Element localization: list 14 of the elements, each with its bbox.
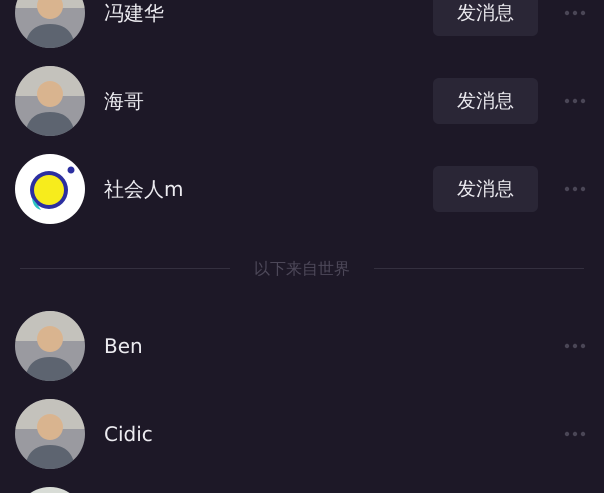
- message-button[interactable]: 发消息: [433, 0, 538, 36]
- more-icon[interactable]: [564, 431, 586, 437]
- more-icon[interactable]: [564, 98, 586, 104]
- message-button[interactable]: 发消息: [433, 166, 538, 212]
- contact-name: Cidic: [104, 421, 154, 448]
- more-icon[interactable]: [564, 186, 586, 192]
- contact-name: 冯建华: [104, 0, 165, 27]
- more-icon[interactable]: [564, 10, 586, 16]
- more-icon[interactable]: [564, 343, 586, 349]
- contact-name: 社会人m: [104, 176, 184, 203]
- message-button[interactable]: 发消息: [433, 78, 538, 124]
- contact-name: 海哥: [104, 88, 145, 115]
- avatar-logo-icon: [15, 154, 85, 224]
- contact-name: Ben: [104, 333, 144, 360]
